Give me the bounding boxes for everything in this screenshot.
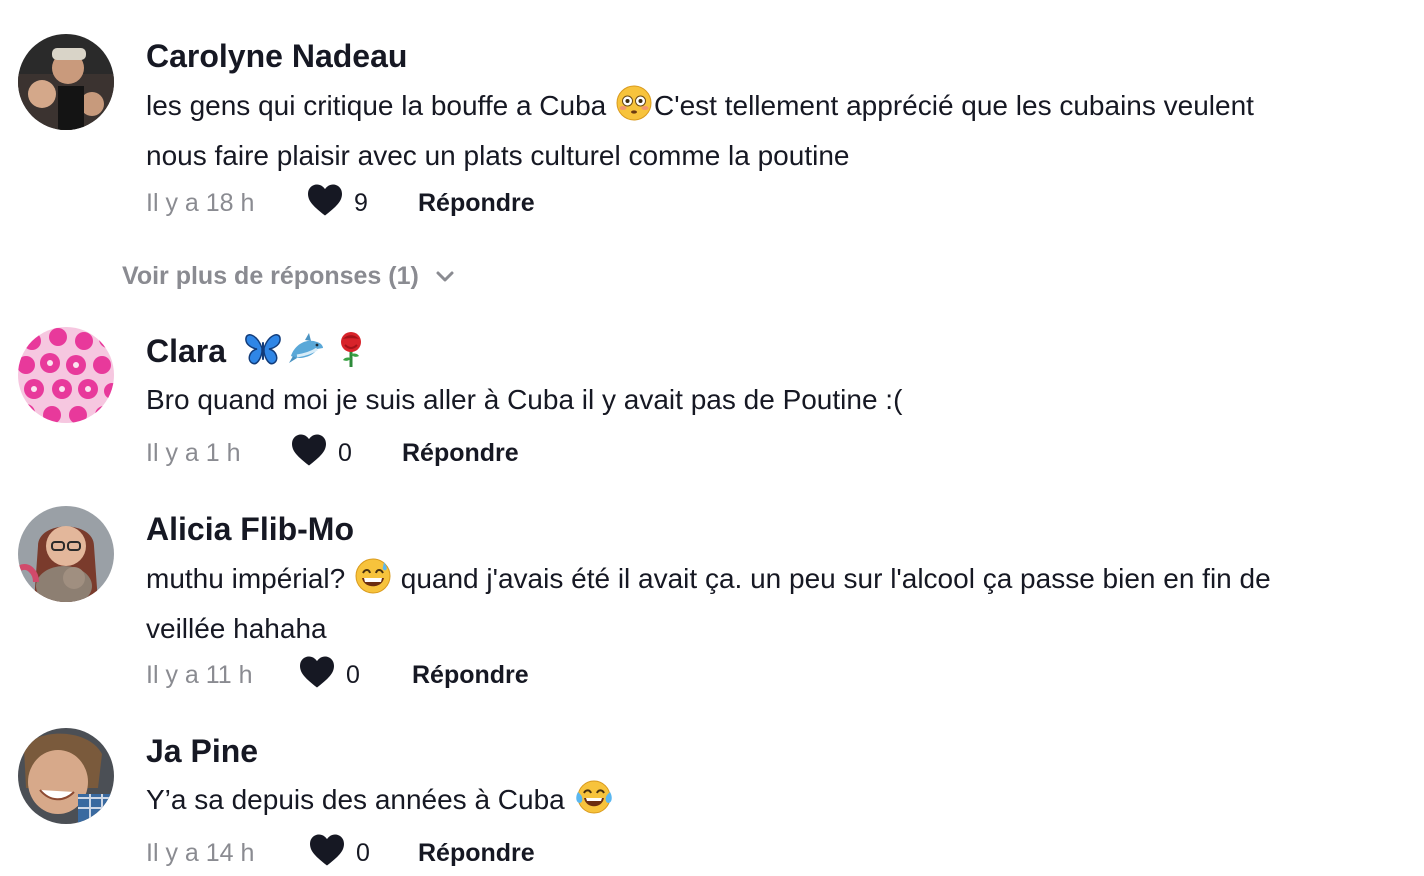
comment-author[interactable]: Alicia Flib-Mo (146, 509, 354, 549)
butterfly-icon (243, 330, 283, 377)
reply-button[interactable]: Répondre (412, 661, 529, 690)
heart-icon (298, 655, 336, 696)
comment-text: Bro quand moi je suis aller à Cuba il y … (146, 384, 903, 415)
comment-timestamp: Il y a 1 h (146, 438, 241, 467)
comment-meta: Il y a 1 h 0 Répondre (146, 433, 519, 473)
like-count: 0 (356, 838, 370, 867)
face-with-tears-of-joy-icon (575, 779, 613, 828)
comment-text-segment: nous faire plaisir avec un plats culture… (146, 140, 850, 171)
comment-text-segment: muthu impérial? (146, 563, 353, 594)
dolphin-icon (287, 330, 327, 377)
comment-meta: Il y a 11 h 0 Répondre (146, 655, 529, 695)
comment-text-segment: Y’a sa depuis des années à Cuba (146, 784, 573, 815)
rose-icon (331, 330, 371, 377)
avatar[interactable] (18, 34, 114, 130)
comment-text-segment: quand j'avais été il avait ça. un peu su… (392, 563, 1271, 594)
chevron-down-icon (419, 262, 455, 291)
comment-author[interactable]: Clara (146, 330, 373, 377)
comment-timestamp: Il y a 11 h (146, 660, 253, 689)
comment-author[interactable]: Carolyne Nadeau (146, 36, 407, 76)
reply-button[interactable]: Répondre (402, 439, 519, 468)
comment-text-segment: veillée hahaha (146, 613, 327, 644)
comment-timestamp: Il y a 14 h (146, 838, 255, 867)
view-more-replies-label: Voir plus de réponses (1) (122, 261, 419, 290)
comment-meta: Il y a 14 h 0 Répondre (146, 833, 535, 873)
avatar[interactable] (18, 327, 114, 423)
comment-text: Y’a sa depuis des années à Cuba (146, 778, 1416, 828)
comment-text: les gens qui critique la bouffe a Cuba C… (146, 84, 1416, 178)
comment-text-segment: les gens qui critique la bouffe a Cuba (146, 90, 615, 121)
view-more-replies-button[interactable]: Voir plus de réponses (1) (122, 256, 455, 296)
comment-meta: Il y a 18 h 9 Répondre (146, 183, 535, 223)
reply-button[interactable]: Répondre (418, 839, 535, 868)
comment-author-name: Clara (146, 333, 227, 369)
comment-text-segment: C'est tellement apprécié que les cubains… (654, 90, 1254, 121)
grinning-face-with-sweat-icon (355, 558, 391, 607)
heart-icon (308, 833, 346, 874)
like-count: 9 (354, 188, 368, 217)
heart-icon (290, 433, 328, 474)
comment-timestamp: Il y a 18 h (146, 188, 255, 217)
comment-author[interactable]: Ja Pine (146, 731, 258, 771)
like-count: 0 (346, 660, 360, 689)
heart-icon (306, 183, 344, 224)
comment-text: muthu impérial? quand j'avais été il ava… (146, 557, 1416, 651)
like-count: 0 (338, 438, 352, 467)
like-button[interactable]: 9 (306, 183, 418, 224)
like-button[interactable]: 0 (290, 433, 402, 474)
avatar[interactable] (18, 728, 114, 824)
flushed-face-icon (616, 85, 652, 134)
reply-button[interactable]: Répondre (418, 189, 535, 218)
like-button[interactable]: 0 (308, 833, 418, 874)
avatar[interactable] (18, 506, 114, 602)
like-button[interactable]: 0 (298, 655, 412, 696)
